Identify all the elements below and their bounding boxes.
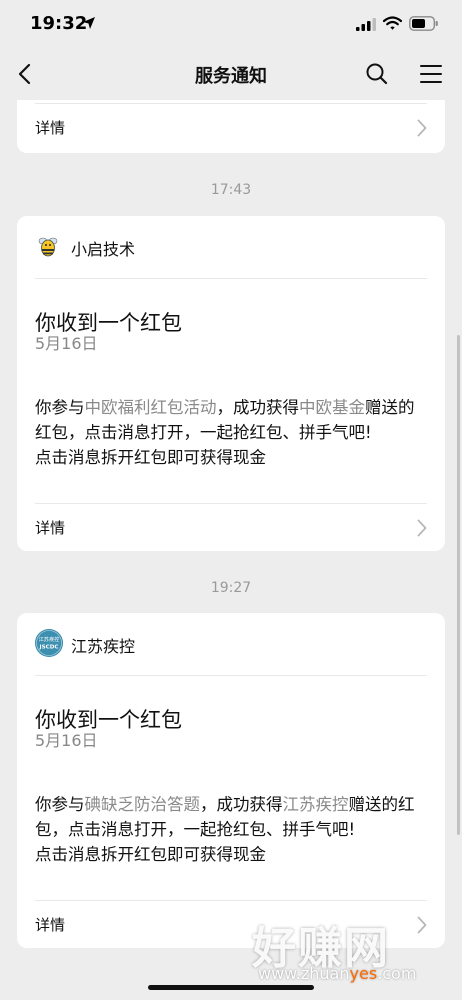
details-label: 详情 (35, 519, 66, 537)
notification-card[interactable]: 小启技术 你收到一个红包 5月16日 你参与中欧福利红包活动，成功获得中欧基金赠… (17, 216, 445, 551)
details-row[interactable]: 详情 (17, 504, 445, 552)
activity-link[interactable]: 中欧福利红包活动 (85, 398, 217, 417)
fund-link[interactable]: 江苏疾控 (283, 795, 349, 814)
menu-icon (420, 65, 442, 83)
message-body: 你参与中欧福利红包活动，成功获得中欧基金赠送的红包，点击消息打开，一起抢红包、拼… (35, 395, 427, 470)
scrollbar[interactable] (457, 335, 460, 835)
message-body: 你参与碘缺乏防治答题，成功获得江苏疾控赠送的红包，点击消息打开，一起抢红包、拼手… (35, 792, 427, 867)
fund-link[interactable]: 中欧基金 (299, 398, 365, 417)
page-title: 服务通知 (195, 66, 267, 87)
message-date: 5月16日 (35, 334, 98, 353)
search-icon (366, 63, 388, 85)
watermark: 好赚网 www.zhuanyes.com (252, 912, 452, 988)
sender-header[interactable]: 江苏疾控 JSCDC 江苏疾控 (17, 613, 445, 673)
navigation-bar: 服务通知 (0, 50, 462, 98)
status-bar: 19:32 (0, 0, 462, 50)
battery-icon (409, 16, 438, 31)
divider (35, 675, 427, 676)
svg-text:江苏疾控: 江苏疾控 (39, 635, 60, 643)
chevron-right-icon (417, 119, 427, 137)
home-indicator[interactable] (148, 985, 314, 990)
watermark-url: www.zhuanyes.com (258, 964, 417, 983)
divider (35, 278, 427, 279)
jscdc-logo: 江苏疾控 JSCDC (35, 629, 63, 657)
details-label: 详情 (35, 916, 66, 934)
activity-link[interactable]: 碘缺乏防治答题 (85, 795, 201, 814)
sender-header[interactable]: 小启技术 (17, 216, 445, 276)
sender-avatar (35, 233, 61, 259)
previous-notification-card: 详情 (17, 100, 445, 153)
wifi-icon (383, 16, 402, 30)
body-text: 你参与 (35, 398, 85, 417)
sender-name: 小启技术 (71, 240, 136, 259)
details-row[interactable]: 详情 (17, 104, 445, 152)
message-timestamp: 19:27 (210, 580, 252, 596)
sender-avatar: 江苏疾控 JSCDC (35, 629, 63, 657)
bee-icon (38, 237, 58, 257)
status-time: 19:32 (30, 13, 88, 34)
location-arrow-icon (83, 17, 95, 29)
svg-text:JSCDC: JSCDC (39, 645, 59, 651)
chevron-right-icon (417, 519, 427, 537)
body-text: ，成功获得 (200, 795, 283, 814)
body-text-line2: 点击消息拆开红包即可获得现金 (35, 448, 266, 467)
body-text-line2: 点击消息拆开红包即可获得现金 (35, 845, 266, 864)
signal-icon (356, 18, 376, 31)
search-button[interactable] (364, 61, 390, 87)
message-date: 5月16日 (35, 731, 98, 750)
body-text: 你参与 (35, 795, 85, 814)
sender-name: 江苏疾控 (71, 637, 136, 656)
body-text: ，成功获得 (216, 398, 300, 417)
menu-button[interactable] (417, 61, 445, 87)
details-label: 详情 (35, 119, 66, 137)
message-timestamp: 17:43 (210, 182, 252, 198)
notification-card[interactable]: 江苏疾控 JSCDC 江苏疾控 你收到一个红包 5月16日 你参与碘缺乏防治答题… (17, 613, 445, 948)
